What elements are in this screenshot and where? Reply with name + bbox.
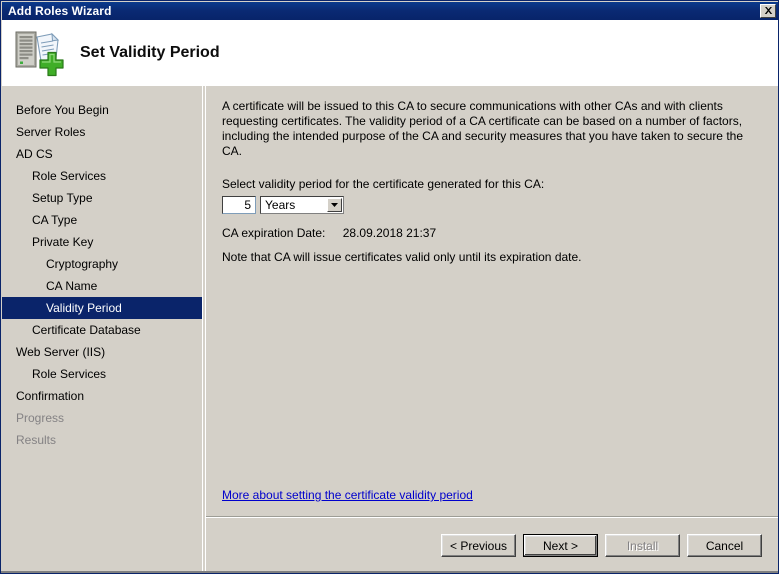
- wizard-header: Set Validity Period: [2, 20, 778, 86]
- page-title: Set Validity Period: [80, 44, 220, 61]
- sidebar-item-ca-name[interactable]: CA Name: [2, 275, 202, 297]
- server-certificate-add-icon: [15, 31, 64, 77]
- validity-value-input[interactable]: [222, 196, 256, 214]
- close-icon: [764, 7, 772, 14]
- content-pane: A certificate will be issued to this CA …: [206, 86, 778, 573]
- sidebar-item-ca-type[interactable]: CA Type: [2, 209, 202, 231]
- content-inner: A certificate will be issued to this CA …: [206, 86, 778, 516]
- sidebar-item-role-services-adcs[interactable]: Role Services: [2, 165, 202, 187]
- sidebar-item-progress: Progress: [16, 411, 65, 425]
- intro-paragraph: A certificate will be issued to this CA …: [222, 99, 743, 158]
- sidebar-item-role-services-iis[interactable]: Role Services: [2, 363, 202, 385]
- sidebar-item-confirmation[interactable]: Confirmation: [2, 385, 202, 407]
- add-roles-wizard-window: Add Roles Wizard Set Validity Period Bef…: [0, 0, 779, 574]
- sidebar-item-private-key[interactable]: Private Key: [2, 231, 202, 253]
- wizard-body: Before You Begin Server Roles AD CS Role…: [2, 86, 778, 573]
- sidebar-item-server-roles[interactable]: Server Roles: [2, 121, 202, 143]
- window-bottom-edge: [1, 571, 778, 573]
- validity-unit-select[interactable]: Years: [260, 196, 344, 214]
- ca-expiration-label: CA expiration Date:: [222, 226, 326, 240]
- sidebar-item-certificate-database[interactable]: Certificate Database: [2, 319, 202, 341]
- expiration-note: Note that CA will issue certificates val…: [222, 250, 582, 264]
- previous-button[interactable]: < Previous: [441, 534, 516, 557]
- more-about-validity-period-link[interactable]: More about setting the certificate valid…: [222, 488, 473, 502]
- sidebar-item-validity-period[interactable]: Validity Period: [2, 297, 202, 319]
- ca-expiration-value: 28.09.2018 21:37: [342, 226, 437, 240]
- close-button[interactable]: [760, 4, 776, 18]
- next-button[interactable]: Next >: [523, 534, 598, 557]
- wizard-steps-sidebar: Before You Begin Server Roles AD CS Role…: [2, 86, 203, 573]
- validity-period-controls: Years: [222, 196, 761, 214]
- cancel-button[interactable]: Cancel: [687, 534, 762, 557]
- chevron-down-icon[interactable]: [327, 198, 342, 212]
- wizard-footer: < Previous Next > Install Cancel: [206, 518, 778, 573]
- sidebar-item-results: Results: [16, 433, 57, 447]
- sidebar-item-ad-cs[interactable]: AD CS: [2, 143, 202, 165]
- validity-unit-value: Years: [265, 198, 296, 212]
- ca-expiration-row: CA expiration Date: 28.09.2018 21:37: [222, 226, 761, 240]
- install-button: Install: [605, 534, 680, 557]
- title-bar: Add Roles Wizard: [2, 2, 778, 20]
- sidebar-item-before-you-begin[interactable]: Before You Begin: [2, 99, 202, 121]
- sidebar-item-setup-type[interactable]: Setup Type: [2, 187, 202, 209]
- sidebar-item-cryptography[interactable]: Cryptography: [2, 253, 202, 275]
- more-link-container: More about setting the certificate valid…: [222, 486, 473, 504]
- sidebar-item-web-server-iis[interactable]: Web Server (IIS): [2, 341, 202, 363]
- validity-period-label: Select validity period for the certifica…: [222, 177, 545, 191]
- window-title: Add Roles Wizard: [8, 4, 112, 18]
